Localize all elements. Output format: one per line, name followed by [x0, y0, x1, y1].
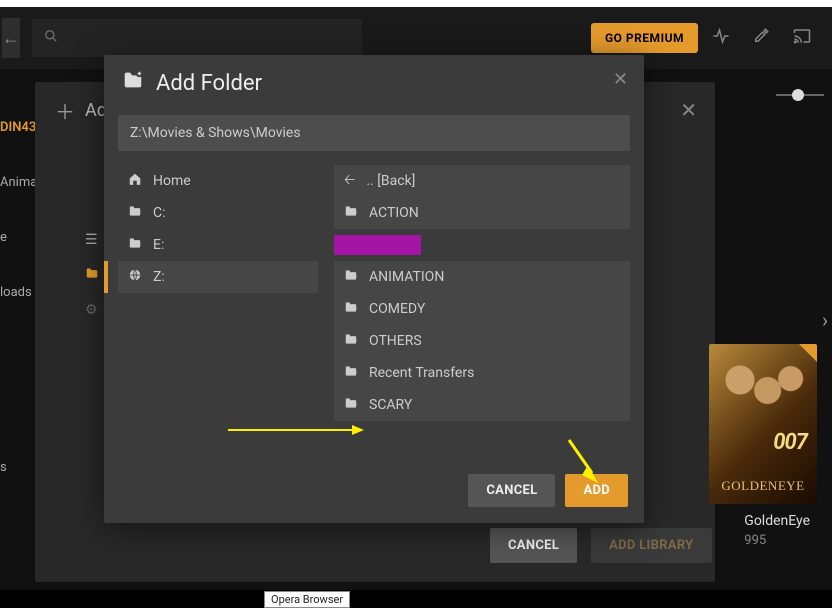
go-premium-button[interactable]: GO PREMIUM: [591, 23, 698, 53]
folder-item[interactable]: ACTION: [334, 197, 630, 229]
back-item[interactable]: 🡠.. [Back]: [334, 165, 630, 197]
add-folder-modal: Add Folder ✕ Z:\Movies & Shows\Movies Ho…: [104, 55, 644, 523]
folder-item[interactable]: ANIMATION: [334, 261, 630, 293]
movie-title: GoldenEye: [744, 512, 810, 532]
network-icon: [128, 268, 142, 286]
gear-icon: ⚙: [85, 302, 98, 318]
folder-item-redacted[interactable]: [334, 229, 630, 261]
search-input[interactable]: [32, 19, 362, 57]
folder-icon: [344, 396, 358, 414]
folder-add-icon: [122, 69, 144, 97]
poster-title: GOLDENEYE: [709, 478, 817, 494]
drive-e[interactable]: E:: [118, 229, 318, 261]
cast-icon[interactable]: [792, 27, 812, 50]
folder-item[interactable]: COMEDY: [334, 293, 630, 325]
home-icon: [128, 172, 142, 190]
taskbar: [0, 590, 832, 608]
drive-home[interactable]: Home: [118, 165, 318, 197]
folder-icon: [344, 300, 358, 318]
plus-icon: ＋: [55, 96, 75, 125]
folder-item[interactable]: OTHERS: [334, 325, 630, 357]
zoom-slider[interactable]: [776, 88, 824, 102]
close-icon[interactable]: ✕: [680, 98, 697, 122]
folder-icon: [344, 268, 358, 286]
folder-icon: [128, 236, 142, 254]
back-arrow-icon: 🡠: [344, 169, 355, 193]
bg-cancel-button[interactable]: CANCEL: [490, 528, 577, 563]
drive-c[interactable]: C:: [118, 197, 318, 229]
list-icon: ☰: [85, 232, 98, 248]
folder-icon: [85, 266, 99, 284]
next-arrow-icon[interactable]: ›: [822, 308, 828, 332]
cancel-button[interactable]: CANCEL: [468, 474, 555, 507]
modal-title: Add Folder: [156, 71, 262, 96]
taskbar-tooltip: Opera Browser: [264, 591, 350, 608]
back-button[interactable]: ←: [2, 18, 20, 58]
drive-z[interactable]: Z:: [118, 261, 318, 293]
search-icon: [44, 29, 58, 47]
folder-item[interactable]: Recent Transfers: [334, 357, 630, 389]
movie-year: 995: [744, 532, 810, 550]
folder-item[interactable]: SCARY: [334, 389, 630, 421]
poster-franchise: 007: [773, 430, 807, 455]
activity-icon[interactable]: [712, 27, 730, 50]
bg-add-library-button: ADD LIBRARY: [591, 528, 711, 563]
folder-icon: [344, 204, 358, 222]
folder-list: 🡠.. [Back] ACTION ANIMATION COMEDY OTHER…: [334, 165, 630, 460]
folder-icon: [128, 204, 142, 222]
drive-list: Home C: E: Z:: [118, 165, 318, 460]
movie-poster[interactable]: 007 GOLDENEYE: [709, 344, 817, 504]
folder-icon: [344, 332, 358, 350]
path-input[interactable]: Z:\Movies & Shows\Movies: [118, 115, 630, 151]
add-button[interactable]: ADD: [565, 474, 628, 507]
folder-icon: [344, 364, 358, 382]
close-icon[interactable]: ✕: [613, 69, 628, 90]
tools-icon[interactable]: [752, 27, 770, 50]
